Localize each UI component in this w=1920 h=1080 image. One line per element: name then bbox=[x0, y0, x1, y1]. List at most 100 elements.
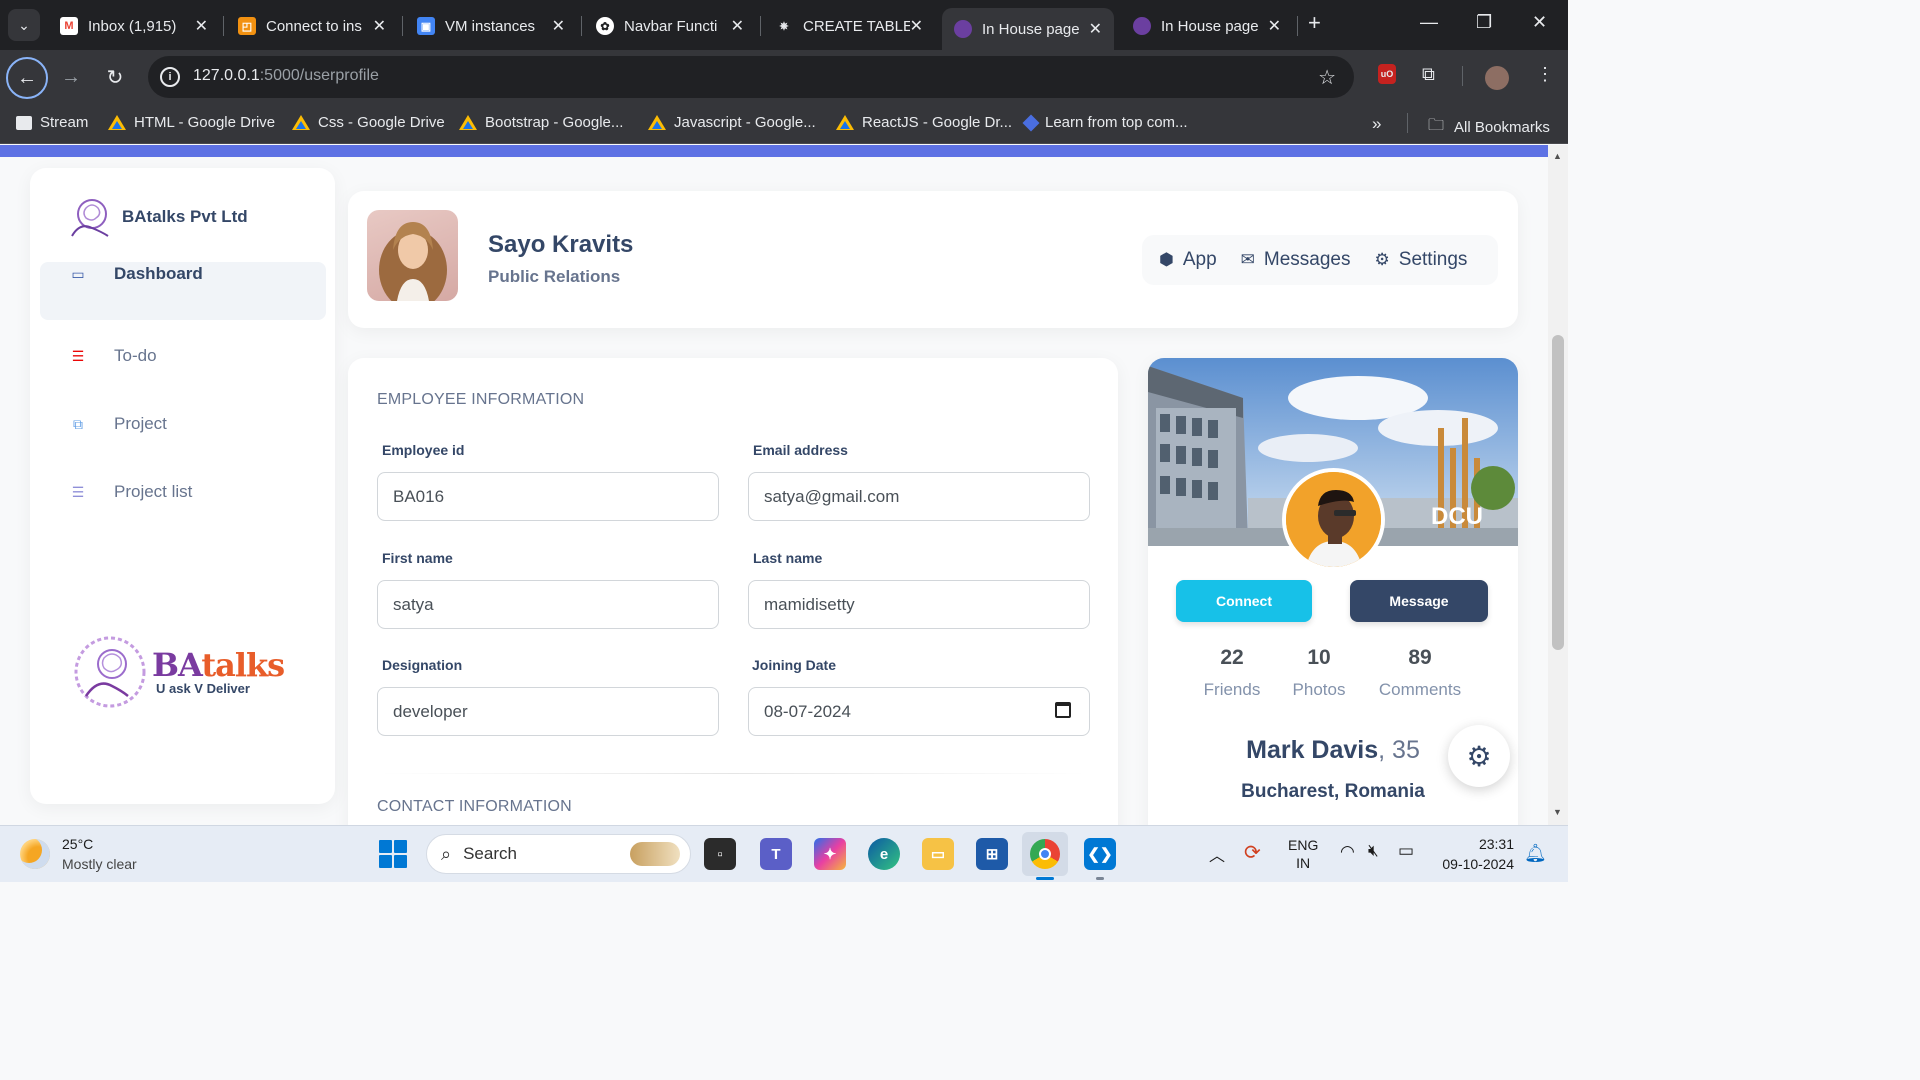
calendar-icon[interactable] bbox=[1055, 702, 1071, 718]
joining-date-value: 08-07-2024 bbox=[764, 701, 851, 721]
close-icon[interactable]: ✕ bbox=[373, 16, 386, 36]
scrollbar-thumb[interactable] bbox=[1552, 335, 1564, 650]
new-tab-button[interactable]: + bbox=[1308, 10, 1321, 36]
tab-label: Settings bbox=[1398, 249, 1468, 270]
copilot-icon[interactable]: ✦ bbox=[814, 838, 846, 870]
file-explorer-icon[interactable]: ▭ bbox=[922, 838, 954, 870]
tab-app[interactable]: ⬢ App bbox=[1159, 249, 1217, 271]
close-icon[interactable]: ✕ bbox=[731, 16, 744, 36]
teams-icon[interactable]: T bbox=[760, 838, 792, 870]
battery-icon[interactable]: ▭ bbox=[1398, 841, 1414, 861]
chrome-menu-icon[interactable]: ⋮ bbox=[1536, 64, 1554, 85]
batalks-brain-logo-icon bbox=[71, 199, 109, 237]
restore-button[interactable]: ❐ bbox=[1476, 12, 1492, 33]
bookmark-javascript[interactable]: Javascript - Google... bbox=[648, 114, 816, 131]
bookmark-html[interactable]: HTML - Google Drive bbox=[108, 114, 275, 131]
start-button[interactable] bbox=[379, 840, 407, 868]
bookmark-reactjs[interactable]: ReactJS - Google Dr... bbox=[836, 114, 1012, 131]
bookmark-label: Javascript - Google... bbox=[674, 114, 816, 131]
browser-tab[interactable]: In House page ✕ bbox=[1121, 8, 1293, 44]
window-close-button[interactable]: ✕ bbox=[1532, 12, 1547, 33]
minimize-button[interactable]: — bbox=[1420, 12, 1438, 33]
page-scrollbar[interactable]: ▲ ▼ bbox=[1548, 145, 1568, 825]
tab-title: Inbox (1,915) bbox=[88, 17, 177, 35]
bookmark-label: Stream bbox=[40, 114, 89, 131]
gmail-icon: M bbox=[60, 17, 78, 35]
chrome-taskbar-button[interactable] bbox=[1022, 832, 1068, 876]
browser-tab[interactable]: ✿ Navbar Functi ✕ bbox=[584, 8, 756, 44]
extensions-puzzle-icon[interactable]: ⧉ bbox=[1422, 64, 1435, 85]
list-icon: ☰ bbox=[71, 347, 85, 364]
forward-button[interactable]: → bbox=[52, 58, 90, 96]
close-icon[interactable]: ✕ bbox=[195, 16, 208, 36]
microsoft-store-icon[interactable]: ⊞ bbox=[976, 838, 1008, 870]
gcp-icon: ▣ bbox=[417, 17, 435, 35]
show-hidden-icons[interactable]: ︿ bbox=[1209, 842, 1225, 866]
employee-id-field[interactable]: BA016 bbox=[377, 472, 719, 521]
sidebar-item-todo[interactable]: ☰ To-do bbox=[40, 332, 326, 380]
message-button[interactable]: Message bbox=[1350, 580, 1488, 622]
tab-title: Navbar Functi bbox=[624, 17, 718, 35]
bookmark-learn[interactable]: Learn from top com... bbox=[1022, 114, 1188, 131]
settings-fab[interactable]: ⚙ bbox=[1448, 725, 1510, 787]
ublock-extension-icon[interactable]: uO bbox=[1378, 64, 1396, 84]
profile-avatar[interactable] bbox=[1485, 66, 1509, 90]
sync-icon[interactable]: ⟳ bbox=[1244, 840, 1261, 865]
sidebar-item-project[interactable]: ⧉ Project bbox=[40, 400, 326, 448]
browser-tab[interactable]: ◰ Connect to ins ✕ bbox=[226, 8, 398, 44]
url-text[interactable]: 127.0.0.1:5000/userprofile bbox=[193, 67, 379, 85]
email-field[interactable]: satya@gmail.com bbox=[748, 472, 1090, 521]
last-name-field[interactable]: mamidisetty bbox=[748, 580, 1090, 629]
weather-widget[interactable]: 25°C Mostly clear bbox=[20, 834, 137, 874]
close-icon[interactable]: ✕ bbox=[1089, 19, 1102, 39]
language-indicator[interactable]: ENG IN bbox=[1288, 836, 1318, 872]
stat-comments: 89 Comments bbox=[1370, 646, 1470, 700]
tab-settings[interactable]: ⚙ Settings bbox=[1375, 249, 1468, 271]
task-view-icon[interactable]: ▫ bbox=[704, 838, 736, 870]
url-path: :5000/userprofile bbox=[259, 67, 379, 84]
edge-icon[interactable]: e bbox=[868, 838, 900, 870]
bookmark-star-icon[interactable]: ☆ bbox=[1318, 65, 1336, 90]
brand-name: BAtalks Pvt Ltd bbox=[122, 207, 248, 226]
scroll-up-icon[interactable]: ▲ bbox=[1553, 151, 1562, 161]
speaker-muted-icon[interactable]: 🔇︎ bbox=[1368, 841, 1379, 861]
search-icon: ⌕ bbox=[441, 843, 452, 864]
close-icon[interactable]: ✕ bbox=[1268, 16, 1281, 36]
weather-text: Mostly clear bbox=[62, 856, 137, 872]
browser-tab[interactable]: ✵ CREATE TABLE ✕ bbox=[763, 8, 935, 44]
back-button[interactable]: ← bbox=[6, 57, 48, 99]
site-info-icon[interactable]: i bbox=[160, 67, 180, 87]
bookmark-bootstrap[interactable]: Bootstrap - Google... bbox=[459, 114, 623, 131]
all-bookmarks[interactable]: 🗀 All Bookmarks bbox=[1428, 114, 1550, 141]
profile-name: Sayo Kravits bbox=[488, 231, 634, 258]
clock[interactable]: 23:31 09-10-2024 bbox=[1430, 834, 1514, 874]
first-name-field[interactable]: satya bbox=[377, 580, 719, 629]
close-icon[interactable]: ✕ bbox=[552, 16, 565, 36]
joining-date-field[interactable]: 08-07-2024 bbox=[748, 687, 1090, 736]
tab-search-button[interactable]: ⌄ bbox=[8, 9, 40, 41]
address-bar[interactable]: i 127.0.0.1:5000/userprofile ☆ bbox=[148, 56, 1354, 98]
vscode-icon[interactable]: ❮❯ bbox=[1084, 838, 1116, 870]
profile-role: Public Relations bbox=[488, 267, 621, 286]
sidebar-item-project-list[interactable]: ☰ Project list bbox=[40, 468, 326, 516]
browser-toolbar: → ↻ i 127.0.0.1:5000/userprofile ☆ bbox=[0, 50, 1568, 104]
close-icon[interactable]: ✕ bbox=[910, 16, 923, 36]
browser-tab[interactable]: M Inbox (1,915) ✕ bbox=[48, 8, 220, 44]
arrow-left-icon: ← bbox=[17, 66, 37, 89]
reload-button[interactable]: ↻ bbox=[96, 58, 134, 96]
browser-tab[interactable]: ▣ VM instances ✕ bbox=[405, 8, 577, 44]
tab-messages[interactable]: ✉ Messages bbox=[1241, 249, 1351, 271]
designation-field[interactable]: developer bbox=[377, 687, 719, 736]
sidebar-item-dashboard[interactable]: ▭ Dashboard bbox=[40, 262, 326, 320]
bookmark-stream[interactable]: Stream bbox=[16, 114, 88, 131]
cube-icon: ⬢ bbox=[1159, 250, 1174, 269]
bookmarks-overflow-icon[interactable]: » bbox=[1372, 114, 1381, 134]
connect-button[interactable]: Connect bbox=[1176, 580, 1312, 622]
bookmark-css[interactable]: Css - Google Drive bbox=[292, 114, 445, 131]
wifi-icon[interactable]: ◠ bbox=[1340, 842, 1355, 862]
browser-tab-active[interactable]: In House page ✕ bbox=[942, 8, 1114, 50]
taskbar-search[interactable]: ⌕ Search bbox=[426, 834, 691, 874]
notification-bell-icon[interactable]: 🔔︎ bbox=[1524, 843, 1547, 864]
scroll-down-icon[interactable]: ▼ bbox=[1553, 807, 1562, 817]
sidebar-brand[interactable]: BAtalks Pvt Ltd bbox=[66, 196, 248, 238]
